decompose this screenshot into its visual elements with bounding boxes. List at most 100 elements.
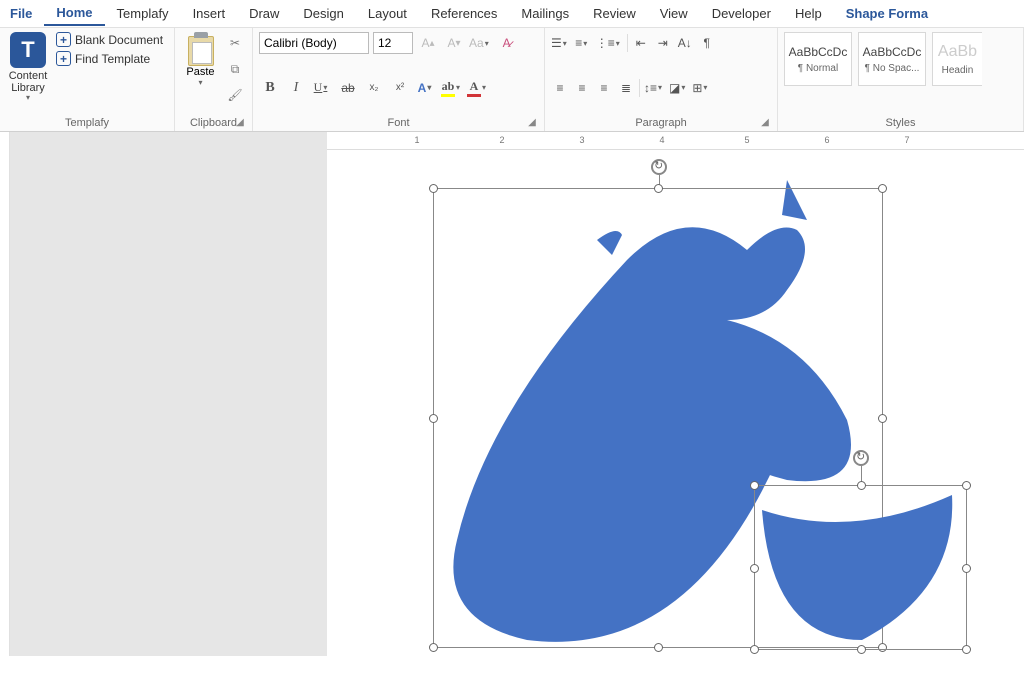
resize-handle[interactable] [750, 481, 759, 490]
tab-home[interactable]: Home [44, 1, 104, 26]
cut-button[interactable]: ✂ [224, 32, 246, 54]
decrease-indent-button[interactable]: ⇤ [632, 32, 650, 54]
group-label-font: Font ◢ [259, 115, 538, 129]
resize-handle[interactable] [857, 645, 866, 654]
rotate-handle[interactable] [853, 450, 869, 466]
highlight-button[interactable]: ab▾ [441, 77, 463, 99]
paste-label: Paste [186, 66, 214, 78]
dialog-launcher-icon[interactable]: ◢ [759, 117, 771, 129]
find-template-button[interactable]: + Find Template [56, 51, 163, 66]
content-library-label: Content Library [6, 70, 50, 94]
tab-insert[interactable]: Insert [181, 2, 238, 25]
resize-handle[interactable] [750, 645, 759, 654]
resize-handle[interactable] [878, 184, 887, 193]
tab-developer[interactable]: Developer [700, 2, 783, 25]
tab-mailings[interactable]: Mailings [509, 2, 581, 25]
decrease-font-button[interactable]: A▾ [443, 32, 465, 54]
dialog-launcher-icon[interactable]: ◢ [526, 117, 538, 129]
increase-indent-button[interactable]: ⇥ [654, 32, 672, 54]
horizontal-ruler[interactable]: 1 2 3 4 5 6 7 [327, 132, 1024, 150]
resize-handle[interactable] [750, 564, 759, 573]
resize-handle[interactable] [429, 643, 438, 652]
tab-draw[interactable]: Draw [237, 2, 291, 25]
bold-button[interactable]: B [259, 77, 281, 99]
ruler-mark: 1 [414, 135, 419, 145]
ruler-mark: 7 [904, 135, 909, 145]
multilevel-list-button[interactable]: ⋮≡▾ [596, 32, 623, 54]
resize-handle[interactable] [654, 643, 663, 652]
resize-handle[interactable] [962, 481, 971, 490]
bullets-button[interactable]: ☰▾ [551, 32, 570, 54]
borders-button[interactable]: ⊞▾ [692, 77, 710, 99]
content-library-button[interactable]: T Content Library ▾ [6, 32, 50, 103]
ruler-mark: 3 [579, 135, 584, 145]
group-label-paragraph: Paragraph ◢ [551, 115, 771, 129]
tab-layout[interactable]: Layout [356, 2, 419, 25]
clear-formatting-button[interactable]: A̷ [496, 32, 518, 54]
font-color-button[interactable]: A▾ [467, 77, 489, 99]
superscript-button[interactable]: x² [389, 77, 411, 99]
resize-handle[interactable] [878, 414, 887, 423]
tab-view[interactable]: View [648, 2, 700, 25]
group-clipboard: Paste ▾ ✂ ⧉ 🖌 Clipboard ◢ [175, 28, 253, 131]
copy-button[interactable]: ⧉ [224, 58, 246, 80]
subscript-button[interactable]: x₂ [363, 77, 385, 99]
dialog-launcher-icon[interactable]: ◢ [234, 117, 246, 129]
group-styles: AaBbCcDc ¶ Normal AaBbCcDc ¶ No Spac... … [778, 28, 1024, 131]
resize-handle[interactable] [429, 414, 438, 423]
tab-design[interactable]: Design [291, 2, 355, 25]
italic-button[interactable]: I [285, 77, 307, 99]
align-center-button[interactable]: ≡ [573, 77, 591, 99]
blank-document-button[interactable]: + Blank Document [56, 32, 163, 47]
paste-button[interactable]: Paste ▾ [181, 32, 220, 87]
font-size-select[interactable] [373, 32, 413, 54]
text-effects-button[interactable]: A▾ [415, 77, 437, 99]
group-label-templafy: Templafy [6, 115, 168, 129]
line-spacing-button[interactable]: ↕≡▾ [644, 77, 665, 99]
tab-references[interactable]: References [419, 2, 509, 25]
side-pane-background [10, 132, 327, 656]
tab-review[interactable]: Review [581, 2, 648, 25]
style-label: ¶ Normal [798, 63, 838, 74]
rotate-handle[interactable] [651, 159, 667, 175]
resize-handle[interactable] [962, 564, 971, 573]
justify-button[interactable]: ≣ [617, 77, 635, 99]
tab-file[interactable]: File [4, 2, 44, 25]
resize-handle[interactable] [962, 645, 971, 654]
font-family-select[interactable] [259, 32, 369, 54]
ribbon-tabs: File Home Templafy Insert Draw Design La… [0, 0, 1024, 28]
document-page[interactable] [327, 150, 1024, 656]
align-left-button[interactable]: ≡ [551, 77, 569, 99]
resize-handle[interactable] [654, 184, 663, 193]
selection-box-small[interactable] [754, 485, 967, 650]
ruler-mark: 2 [499, 135, 504, 145]
increase-font-button[interactable]: A▴ [417, 32, 439, 54]
show-marks-button[interactable]: ¶ [698, 32, 716, 54]
style-heading[interactable]: AaBb Headin [932, 32, 982, 86]
style-no-spacing[interactable]: AaBbCcDc ¶ No Spac... [858, 32, 926, 86]
change-case-button[interactable]: Aa▾ [469, 32, 492, 54]
find-template-label: Find Template [75, 52, 150, 66]
group-templafy: T Content Library ▾ + Blank Document + F… [0, 28, 175, 131]
ruler-mark: 6 [824, 135, 829, 145]
style-preview: AaBbCcDc [863, 45, 922, 59]
tab-help[interactable]: Help [783, 2, 834, 25]
format-painter-button[interactable]: 🖌 [224, 84, 246, 106]
resize-handle[interactable] [429, 184, 438, 193]
numbering-button[interactable]: ≡▾ [574, 32, 592, 54]
underline-button[interactable]: U▾ [311, 77, 333, 99]
style-normal[interactable]: AaBbCcDc ¶ Normal [784, 32, 852, 86]
tab-shape-format[interactable]: Shape Forma [834, 2, 940, 25]
style-label: ¶ No Spac... [865, 63, 920, 74]
document-area: 1 2 3 4 5 6 7 [0, 132, 1024, 656]
tab-templafy[interactable]: Templafy [105, 2, 181, 25]
resize-handle[interactable] [857, 481, 866, 490]
strikethrough-button[interactable]: ab [337, 77, 359, 99]
group-paragraph: ☰▾ ≡▾ ⋮≡▾ ⇤ ⇥ A↓ ¶ ≡ ≡ ≡ ≣ ↕≡▾ ◪▾ ⊞▾ Par… [545, 28, 778, 131]
clipboard-icon [186, 32, 216, 66]
align-right-button[interactable]: ≡ [595, 77, 613, 99]
ribbon: T Content Library ▾ + Blank Document + F… [0, 28, 1024, 132]
blank-document-label: Blank Document [75, 33, 163, 47]
shading-button[interactable]: ◪▾ [669, 77, 688, 99]
sort-button[interactable]: A↓ [676, 32, 694, 54]
